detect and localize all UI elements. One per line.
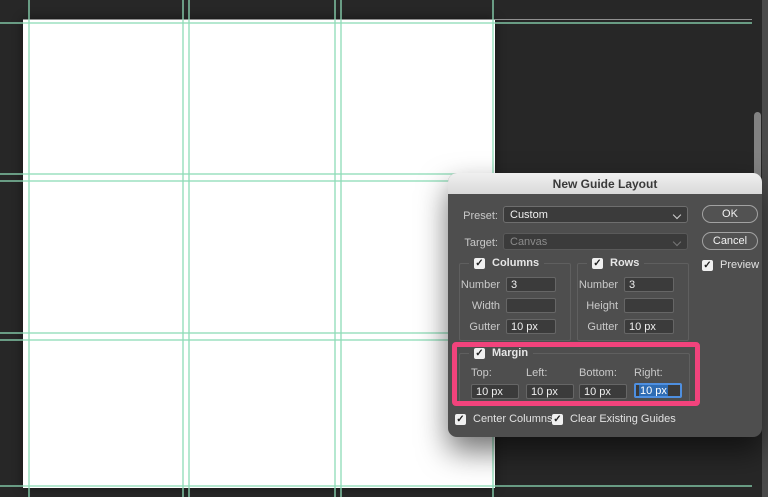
number-label: Number (460, 279, 500, 291)
height-label: Height (586, 300, 618, 312)
margin-left-label: Left: (526, 367, 548, 379)
clear-existing-guides-checkbox[interactable]: ✓ (552, 413, 563, 425)
margin-checkbox[interactable]: ✓ (474, 347, 485, 359)
rows-gutter-field[interactable]: 10 px (624, 319, 674, 334)
number-label: Number (578, 279, 618, 291)
panel-edge (762, 0, 768, 497)
selected-text: 10 px (639, 385, 668, 397)
width-label: Width (471, 300, 500, 312)
preset-label: Preset: (463, 210, 498, 222)
gutter-label: Gutter (469, 321, 500, 333)
margin-right-field[interactable]: 10 px (634, 383, 682, 398)
target-value: Canvas (510, 235, 548, 248)
columns-checkbox[interactable]: ✓ (474, 257, 485, 269)
rows-group-label: Rows (610, 257, 640, 269)
margin-group: ✓ Margin Top: Left: Bottom: Right: 10 px… (459, 347, 690, 401)
target-label: Target: (464, 237, 498, 249)
chevron-down-icon (672, 210, 682, 220)
dialog-title: New Guide Layout (448, 173, 762, 194)
preview-label: Preview (720, 259, 760, 271)
rows-number-field[interactable]: 3 (624, 277, 674, 292)
rows-group: ✓ Rows Number 3 Height Gutter 10 px (577, 257, 689, 341)
gutter-label: Gutter (587, 321, 618, 333)
center-columns-checkbox[interactable]: ✓ (455, 413, 466, 425)
chevron-down-icon (672, 237, 682, 247)
margin-right-label: Right: (634, 367, 663, 379)
rows-checkbox[interactable]: ✓ (592, 257, 603, 269)
margin-left-field[interactable]: 10 px (526, 384, 574, 399)
margin-bottom-label: Bottom: (579, 367, 617, 379)
margin-bottom-field[interactable]: 10 px (579, 384, 627, 399)
preset-dropdown[interactable]: Custom (503, 206, 688, 223)
columns-group: ✓ Columns Number 3 Width Gutter 10 px (459, 257, 571, 341)
columns-gutter-field[interactable]: 10 px (506, 319, 556, 334)
clear-existing-guides-label: Clear Existing Guides (570, 413, 676, 425)
target-dropdown: Canvas (503, 233, 688, 250)
margin-group-label: Margin (492, 347, 529, 359)
columns-number-field[interactable]: 3 (506, 277, 556, 292)
rows-height-field[interactable] (624, 298, 674, 313)
preview-checkbox[interactable]: ✓ (702, 259, 713, 271)
new-guide-layout-dialog: New Guide Layout Preset: Custom OK Targe… (448, 173, 762, 437)
cancel-button[interactable]: Cancel (702, 232, 758, 250)
margin-top-label: Top: (471, 367, 492, 379)
margin-top-field[interactable]: 10 px (471, 384, 519, 399)
preset-value: Custom (510, 208, 548, 221)
ok-button[interactable]: OK (702, 205, 758, 223)
center-columns-label: Center Columns (473, 413, 553, 425)
document-edge-line (23, 19, 752, 20)
document-canvas[interactable] (23, 19, 495, 488)
columns-width-field[interactable] (506, 298, 556, 313)
columns-group-label: Columns (492, 257, 540, 269)
